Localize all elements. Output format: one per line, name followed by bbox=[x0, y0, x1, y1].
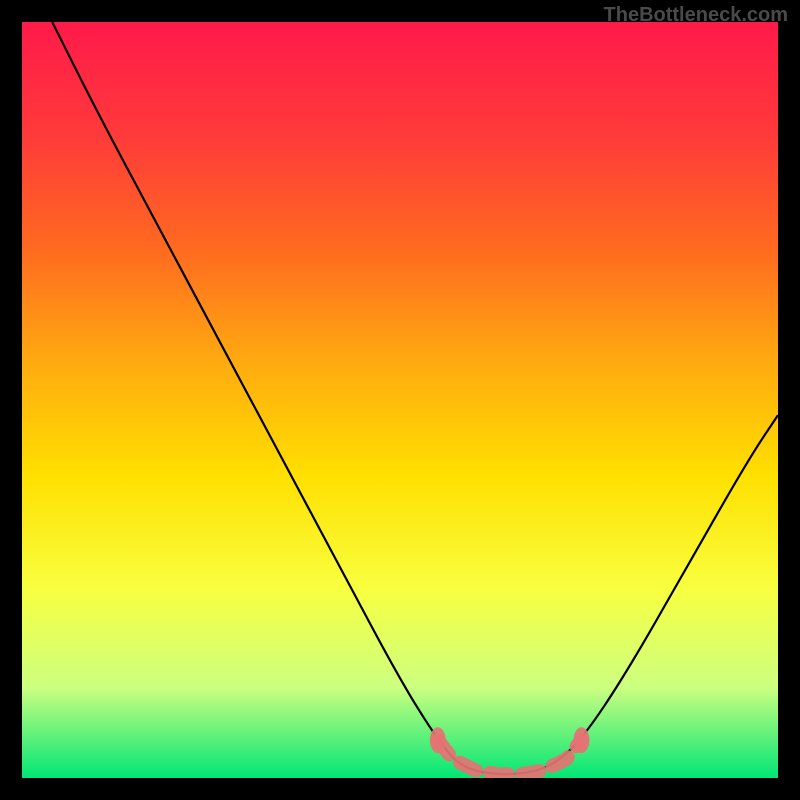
chart-frame: TheBottleneck.com bbox=[0, 0, 800, 800]
chart-svg bbox=[22, 22, 778, 778]
highlight-endcap bbox=[430, 727, 446, 753]
highlight-endcap bbox=[573, 727, 589, 753]
gradient-background bbox=[22, 22, 778, 778]
plot-area bbox=[22, 22, 778, 778]
